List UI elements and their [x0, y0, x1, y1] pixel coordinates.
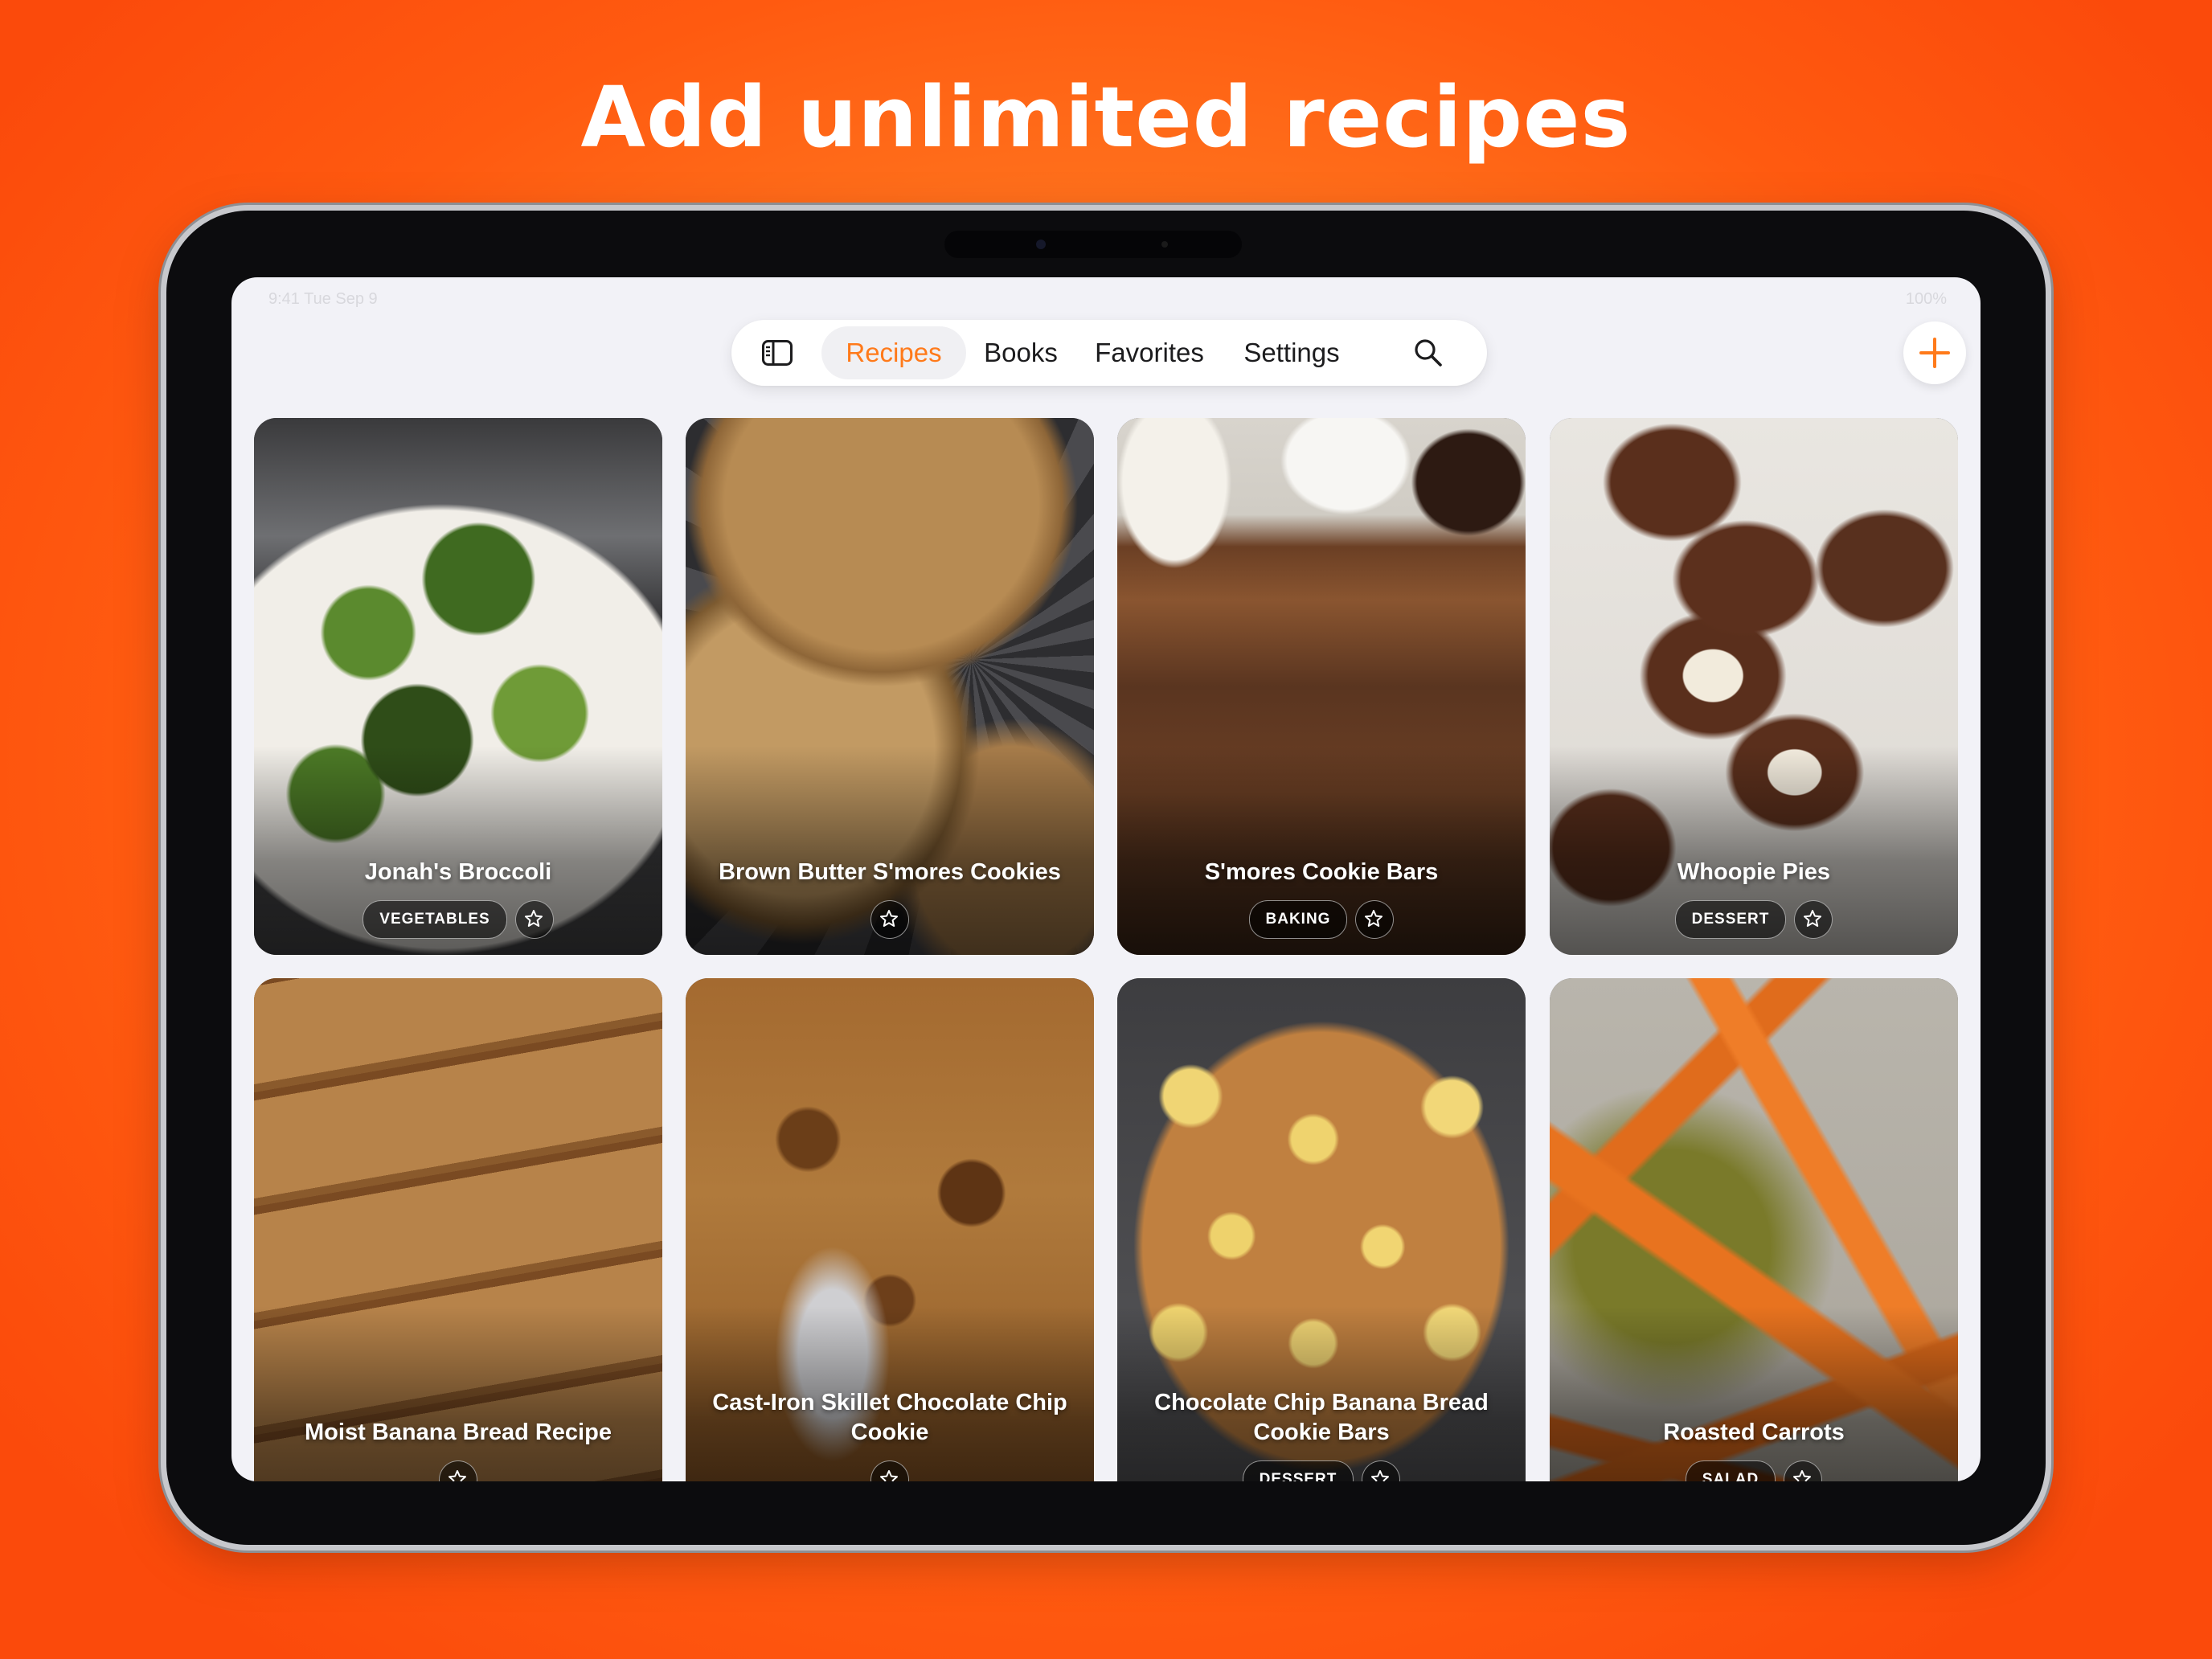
status-time: 9:41 Tue Sep 9 [268, 290, 378, 308]
favorite-button[interactable] [1794, 900, 1833, 939]
star-icon [524, 910, 543, 927]
favorite-button[interactable] [870, 1460, 909, 1481]
recipe-card[interactable]: Roasted Carrots SALAD [1550, 978, 1958, 1481]
app-screen: 9:41 Tue Sep 9 100% Recipes Books Favori… [231, 277, 1981, 1481]
headline: Add unlimited recipes [580, 68, 1632, 166]
recipe-title: Roasted Carrots [1663, 1419, 1845, 1445]
tab-bar: Recipes Books Favorites Settings [731, 320, 1487, 386]
recipe-meta [254, 1460, 662, 1481]
star-icon [449, 1470, 466, 1481]
recipe-card[interactable]: Moist Banana Bread Recipe [254, 978, 662, 1481]
recipe-title: Chocolate Chip Banana Bread Cookie Bars [1154, 1390, 1489, 1445]
recipe-title: S'mores Cookie Bars [1204, 859, 1439, 885]
search-icon[interactable] [1413, 338, 1444, 368]
recipe-meta: SALAD [1550, 1460, 1958, 1481]
recipe-title: Whoopie Pies [1677, 859, 1831, 885]
star-icon [1371, 1470, 1390, 1481]
tab-books[interactable]: Books [973, 326, 1069, 379]
star-icon [880, 910, 898, 927]
camera-bar [944, 231, 1242, 258]
star-icon [1365, 910, 1383, 927]
plus-icon [1919, 338, 1950, 368]
recipe-meta [686, 900, 1094, 939]
recipe-card[interactable]: Brown Butter S'mores Cookies [686, 418, 1094, 955]
recipe-card[interactable]: Cast-Iron Skillet Chocolate Chip Cookie [686, 978, 1094, 1481]
favorite-button[interactable] [1355, 900, 1395, 939]
favorite-button[interactable] [870, 900, 909, 939]
recipe-meta: DESSERT [1550, 900, 1958, 939]
recipe-card[interactable]: Jonah's Broccoli VEGETABLES [254, 418, 662, 955]
recipe-title: Brown Butter S'mores Cookies [719, 859, 1061, 885]
favorite-button[interactable] [1362, 1460, 1401, 1481]
tab-recipes[interactable]: Recipes [821, 326, 966, 379]
add-recipe-button[interactable] [1903, 322, 1966, 384]
favorite-button[interactable] [1784, 1460, 1823, 1481]
status-battery: 100% [1905, 290, 1947, 308]
favorite-button[interactable] [439, 1460, 477, 1481]
recipe-meta: BAKING [1117, 900, 1526, 939]
recipe-card[interactable]: Whoopie Pies DESSERT [1550, 418, 1958, 955]
star-icon [1793, 1470, 1812, 1481]
recipe-title: Jonah's Broccoli [364, 859, 552, 885]
recipe-card[interactable]: S'mores Cookie Bars BAKING [1117, 418, 1526, 955]
category-badge[interactable]: DESSERT [1242, 1460, 1354, 1481]
recipe-meta: DESSERT [1117, 1460, 1526, 1481]
recipe-title: Moist Banana Bread Recipe [305, 1419, 612, 1445]
recipe-meta [686, 1460, 1094, 1481]
favorite-button[interactable] [514, 900, 554, 939]
card-gradient [1550, 1306, 1958, 1481]
category-badge[interactable]: DESSERT [1674, 900, 1787, 939]
category-badge[interactable]: VEGETABLES [363, 900, 507, 939]
camera-icon [1036, 240, 1046, 249]
tab-favorites[interactable]: Favorites [1085, 326, 1214, 379]
recipe-card[interactable]: Chocolate Chip Banana Bread Cookie Bars … [1117, 978, 1526, 1481]
category-badge[interactable]: SALAD [1685, 1460, 1776, 1481]
star-icon [1804, 910, 1822, 927]
category-badge[interactable]: BAKING [1248, 900, 1348, 939]
recipe-title: Cast-Iron Skillet Chocolate Chip Cookie [712, 1390, 1067, 1445]
recipe-meta: VEGETABLES [254, 900, 662, 939]
sensor-icon [1161, 241, 1168, 248]
sidebar-icon[interactable] [762, 340, 793, 366]
tab-settings[interactable]: Settings [1231, 326, 1352, 379]
card-gradient [254, 1306, 662, 1481]
star-icon [880, 1470, 898, 1481]
